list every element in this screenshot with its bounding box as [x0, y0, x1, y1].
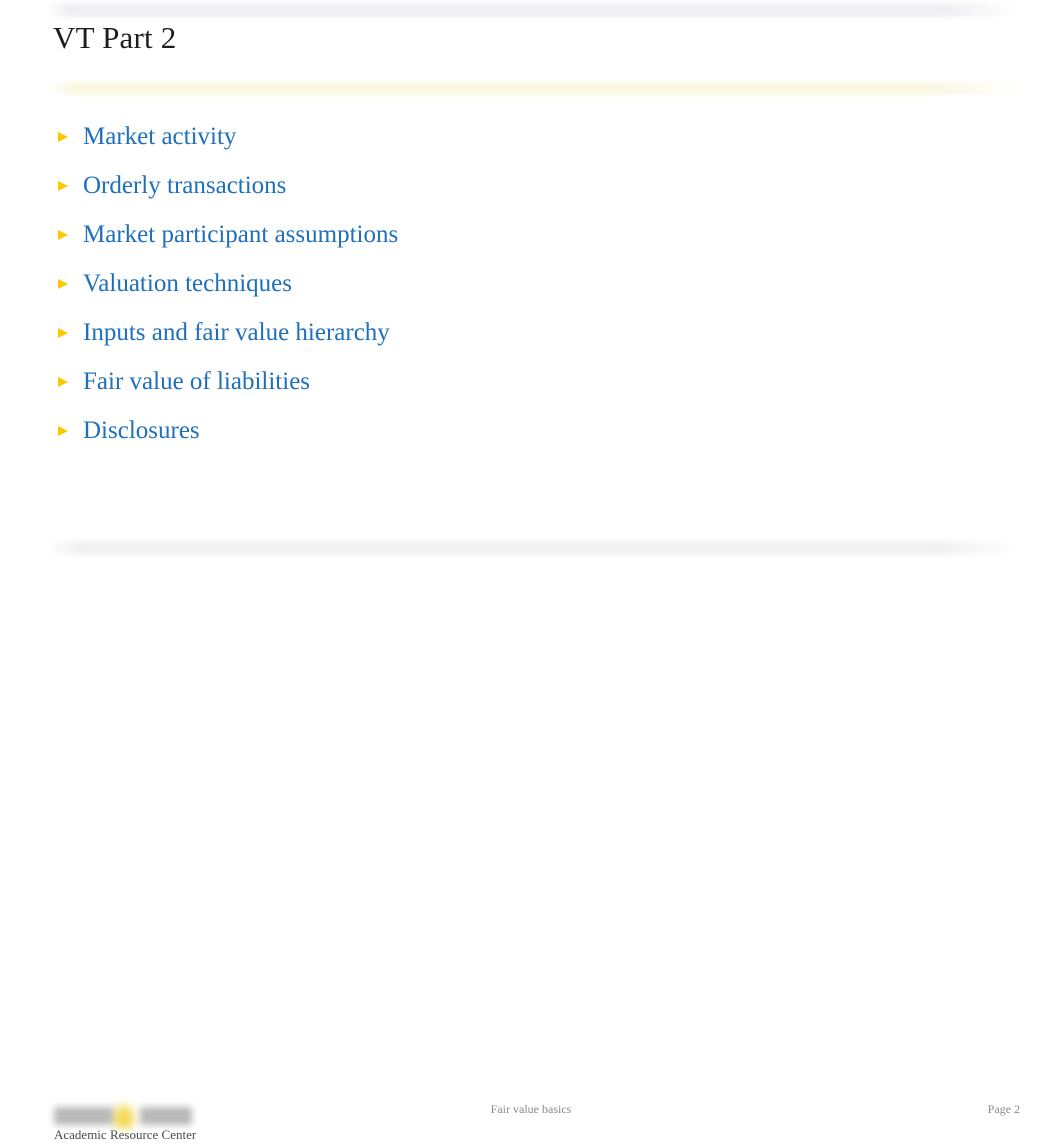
- list-item[interactable]: Valuation techniques: [53, 259, 973, 308]
- list-item[interactable]: Market participant assumptions: [53, 210, 973, 259]
- list-item-label: Inputs and fair value hierarchy: [83, 318, 390, 346]
- list-item[interactable]: Fair value of liabilities: [53, 357, 973, 406]
- list-item[interactable]: Market activity: [53, 112, 973, 161]
- deck-title: Fair value basics: [490, 1102, 572, 1116]
- page-number: Page 2: [987, 1102, 1020, 1116]
- list-item-label: Market activity: [83, 122, 237, 150]
- list-item-label: Orderly transactions: [83, 171, 287, 199]
- page-title: VT Part 2: [53, 20, 177, 55]
- triangle-right-bullet-icon: [53, 130, 83, 144]
- list-item-label: Valuation techniques: [83, 269, 292, 297]
- list-item-label: Market participant assumptions: [83, 220, 399, 248]
- slide-footer: Academic Resource Center Fair value basi…: [0, 548, 1062, 1142]
- triangle-right-bullet-icon: [53, 326, 83, 340]
- triangle-right-bullet-icon: [53, 424, 83, 438]
- slide-canvas: VT Part 2 Market activity Orderly transa…: [0, 0, 1062, 1142]
- list-item[interactable]: Disclosures: [53, 406, 973, 455]
- triangle-right-bullet-icon: [53, 228, 83, 242]
- triangle-right-bullet-icon: [53, 277, 83, 291]
- title-divider-band: [48, 82, 1018, 95]
- list-item[interactable]: Orderly transactions: [53, 161, 973, 210]
- list-item-label: Fair value of liabilities: [83, 367, 311, 395]
- organization-name: Academic Resource Center: [54, 1127, 197, 1142]
- triangle-right-bullet-icon: [53, 375, 83, 389]
- triangle-right-bullet-icon: [53, 179, 83, 193]
- agenda-bullet-list: Market activity Orderly transactions Mar…: [53, 112, 973, 455]
- list-item[interactable]: Inputs and fair value hierarchy: [53, 308, 973, 357]
- list-item-label: Disclosures: [83, 416, 200, 444]
- top-accent-band: [46, 3, 1018, 17]
